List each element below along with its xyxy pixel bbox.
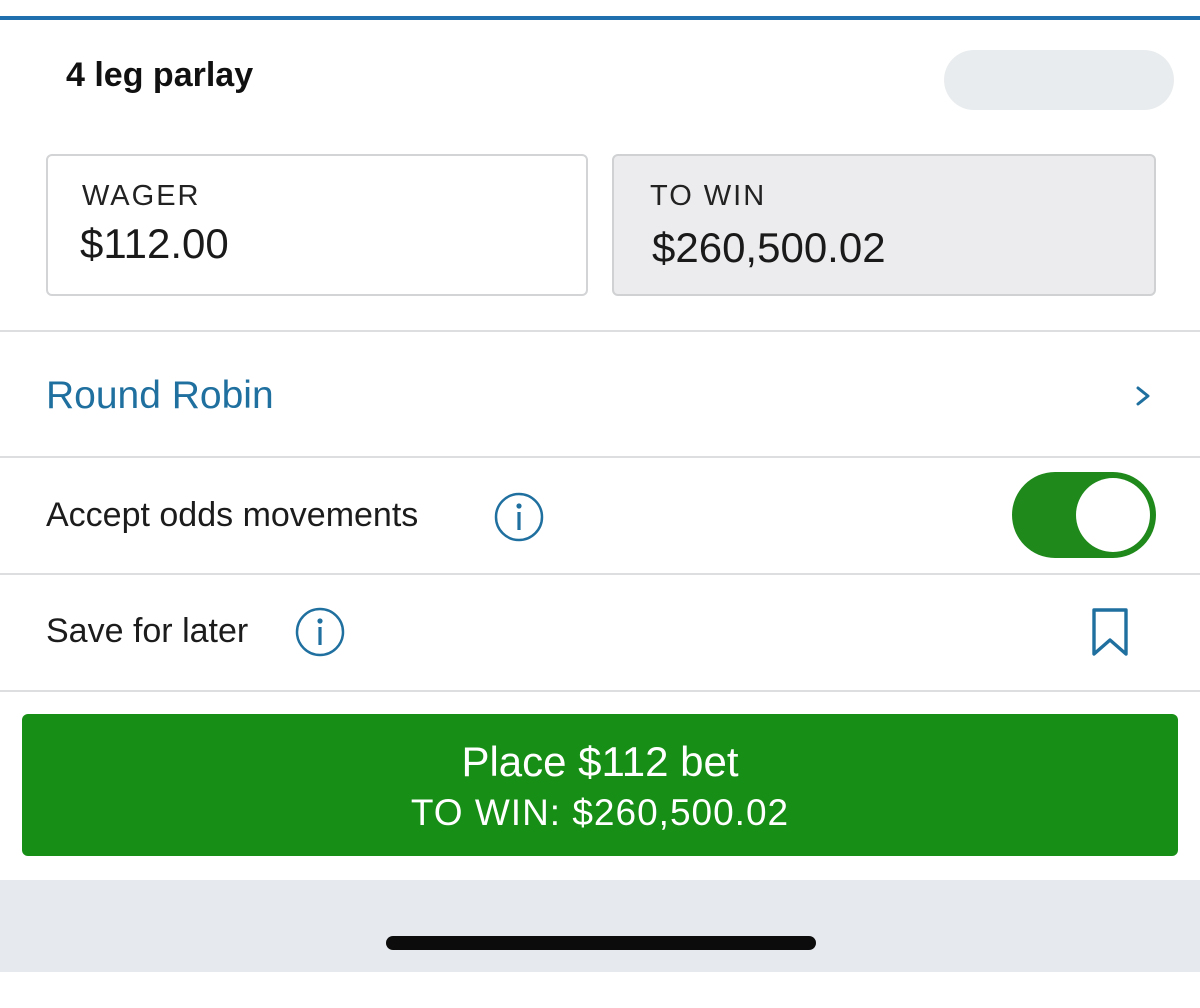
place-bet-label: Place $112 bet bbox=[461, 738, 739, 785]
info-icon[interactable] bbox=[294, 606, 346, 658]
parlay-title: 4 leg parlay bbox=[66, 56, 254, 94]
toggle-knob bbox=[1076, 478, 1150, 552]
wager-value[interactable]: $112.00 bbox=[80, 220, 229, 268]
header-pill-control[interactable] bbox=[944, 50, 1174, 110]
save-for-later-label: Save for later bbox=[46, 612, 249, 650]
divider bbox=[0, 690, 1200, 692]
place-bet-button[interactable]: Place $112 bet TO WIN: $260,500.02 bbox=[22, 714, 1178, 856]
accept-odds-toggle[interactable] bbox=[1012, 472, 1156, 558]
accept-odds-label: Accept odds movements bbox=[46, 496, 419, 534]
home-indicator[interactable] bbox=[386, 936, 816, 950]
wager-field[interactable]: WAGER $112.00 bbox=[46, 154, 588, 296]
bet-slip-header: 4 leg parlay bbox=[0, 20, 1200, 132]
chevron-right-icon[interactable] bbox=[1132, 380, 1156, 412]
round-robin-label[interactable]: Round Robin bbox=[46, 374, 274, 418]
wager-label: WAGER bbox=[82, 180, 201, 212]
bottom-panel bbox=[0, 880, 1200, 972]
info-icon[interactable] bbox=[493, 491, 545, 543]
to-win-value: $260,500.02 bbox=[652, 224, 886, 271]
divider bbox=[0, 573, 1200, 575]
bookmark-icon[interactable] bbox=[1088, 606, 1132, 660]
place-bet-to-win: TO WIN: $260,500.02 bbox=[410, 792, 790, 833]
to-win-field: TO WIN $260,500.02 bbox=[612, 154, 1156, 296]
divider bbox=[0, 456, 1200, 458]
to-win-label: TO WIN bbox=[650, 180, 767, 212]
